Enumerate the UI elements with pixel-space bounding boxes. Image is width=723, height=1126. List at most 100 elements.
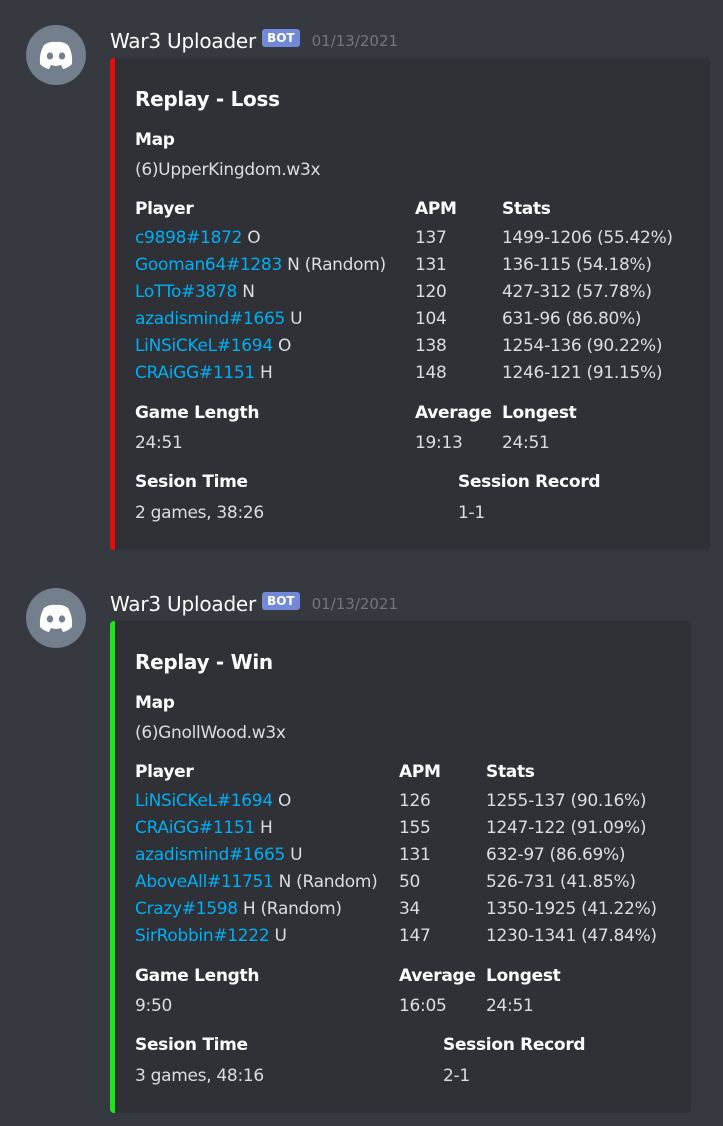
player-row: Gooman64#1283 N (Random) [135, 252, 386, 279]
player-link[interactable]: LoTTo#3878 [135, 282, 237, 302]
avatar[interactable] [26, 588, 86, 648]
apm-value: 104 [415, 309, 447, 329]
player-race: O [277, 336, 292, 356]
game-length-label: Game Length [135, 403, 260, 423]
timestamp: 01/13/2021 [311, 32, 399, 50]
apm-value: 120 [415, 282, 447, 302]
stats-value: 1499-1206 (55.42%) [502, 228, 673, 248]
player-row: Crazy#1598 H (Random) [135, 896, 377, 923]
apm-label: APM [399, 762, 441, 782]
message-header: War3 Uploader BOT 01/13/2021 [110, 589, 398, 619]
apm-value: 148 [415, 363, 447, 383]
player-link[interactable]: LiNSiCKeL#1694 [135, 336, 273, 356]
player-race: U [274, 926, 287, 946]
stats-value: 632-97 (86.69%) [486, 845, 626, 865]
apm-value: 155 [399, 818, 431, 838]
session-time-value: 3 games, 48:16 [135, 1066, 264, 1086]
username[interactable]: War3 Uploader [110, 29, 256, 53]
player-link[interactable]: Gooman64#1283 [135, 255, 282, 275]
player-row: SirRobbin#1222 U [135, 923, 377, 950]
stats-label: Stats [502, 199, 551, 219]
player-column: c9898#1872 O Gooman64#1283 N (Random) Lo… [135, 225, 386, 387]
player-row: LiNSiCKeL#1694 O [135, 788, 377, 815]
apm-column: 137 131 120 104 138 148 [415, 225, 447, 387]
apm-value: 147 [399, 926, 431, 946]
player-label: Player [135, 762, 194, 782]
player-row: LiNSiCKeL#1694 O [135, 333, 386, 360]
player-link[interactable]: CRAiGG#1151 [135, 363, 255, 383]
longest-label: Longest [502, 403, 577, 423]
player-race: H [260, 363, 273, 383]
player-link[interactable]: SirRobbin#1222 [135, 926, 270, 946]
session-record-label: Session Record [443, 1035, 586, 1055]
player-link[interactable]: CRAiGG#1151 [135, 818, 255, 838]
embed: Replay - Loss Map (6)UpperKingdom.w3x Pl… [110, 58, 710, 550]
stats-value: 526-731 (41.85%) [486, 872, 636, 892]
longest-value: 24:51 [486, 996, 534, 1016]
session-record-label: Session Record [458, 472, 601, 492]
longest-value: 24:51 [502, 433, 550, 453]
player-row: azadismind#1665 U [135, 306, 386, 333]
session-record-value: 1-1 [458, 503, 485, 523]
session-record-value: 2-1 [443, 1066, 470, 1086]
stats-value: 1247-122 (91.09%) [486, 818, 647, 838]
game-length-label: Game Length [135, 966, 260, 986]
player-link[interactable]: Crazy#1598 [135, 899, 238, 919]
average-value: 19:13 [415, 433, 463, 453]
longest-label: Longest [486, 966, 561, 986]
player-race: H (Random) [242, 899, 342, 919]
player-row: azadismind#1665 U [135, 842, 377, 869]
embed-title: Replay - Loss [135, 87, 280, 111]
player-link[interactable]: azadismind#1665 [135, 845, 285, 865]
bot-tag: BOT [262, 29, 300, 47]
game-length-value: 24:51 [135, 433, 183, 453]
player-row: AboveAll#11751 N (Random) [135, 869, 378, 896]
stats-value: 136-115 (54.18%) [502, 255, 652, 275]
stats-value: 1350-1925 (41.22%) [486, 899, 657, 919]
discord-logo-icon [39, 604, 73, 632]
avatar[interactable] [26, 25, 86, 85]
apm-value: 138 [415, 336, 447, 356]
apm-value: 131 [415, 255, 447, 275]
stats-value: 1255-137 (90.16%) [486, 791, 647, 811]
apm-value: 50 [399, 872, 421, 892]
player-race: U [290, 845, 303, 865]
apm-value: 126 [399, 791, 431, 811]
apm-label: APM [415, 199, 457, 219]
player-row: LoTTo#3878 N [135, 279, 386, 306]
stats-value: 427-312 (57.78%) [502, 282, 652, 302]
player-race: N (Random) [287, 255, 386, 275]
stats-column: 1255-137 (90.16%) 1247-122 (91.09%) 632-… [486, 788, 657, 950]
username[interactable]: War3 Uploader [110, 592, 256, 616]
average-value: 16:05 [399, 996, 447, 1016]
bot-tag: BOT [262, 592, 300, 610]
session-time-label: Sesion Time [135, 1035, 248, 1055]
stats-value: 631-96 (86.80%) [502, 309, 642, 329]
apm-value: 34 [399, 899, 421, 919]
player-link[interactable]: LiNSiCKeL#1694 [135, 791, 273, 811]
player-race: O [277, 791, 292, 811]
stats-column: 1499-1206 (55.42%) 136-115 (54.18%) 427-… [502, 225, 673, 387]
player-row: CRAiGG#1151 H [135, 360, 386, 387]
map-label: Map [135, 130, 175, 150]
player-row: c9898#1872 O [135, 225, 386, 252]
player-link[interactable]: AboveAll#11751 [135, 872, 274, 892]
map-label: Map [135, 693, 175, 713]
game-length-value: 9:50 [135, 996, 172, 1016]
apm-column: 126 155 131 50 34 147 [399, 788, 431, 950]
discord-logo-icon [39, 41, 73, 69]
average-label: Average [399, 966, 476, 986]
average-label: Average [415, 403, 492, 423]
timestamp: 01/13/2021 [311, 595, 399, 613]
player-column: LiNSiCKeL#1694 O CRAiGG#1151 H azadismin… [135, 788, 378, 950]
apm-value: 137 [415, 228, 447, 248]
player-link[interactable]: azadismind#1665 [135, 309, 285, 329]
stats-value: 1254-136 (90.22%) [502, 336, 663, 356]
player-race: N (Random) [278, 872, 378, 892]
player-race: O [247, 228, 261, 248]
embed: Replay - Win Map (6)GnollWood.w3x Player… [110, 621, 691, 1113]
player-link[interactable]: c9898#1872 [135, 228, 242, 248]
player-race: N [242, 282, 255, 302]
session-time-value: 2 games, 38:26 [135, 503, 264, 523]
stats-value: 1246-121 (91.15%) [502, 363, 663, 383]
